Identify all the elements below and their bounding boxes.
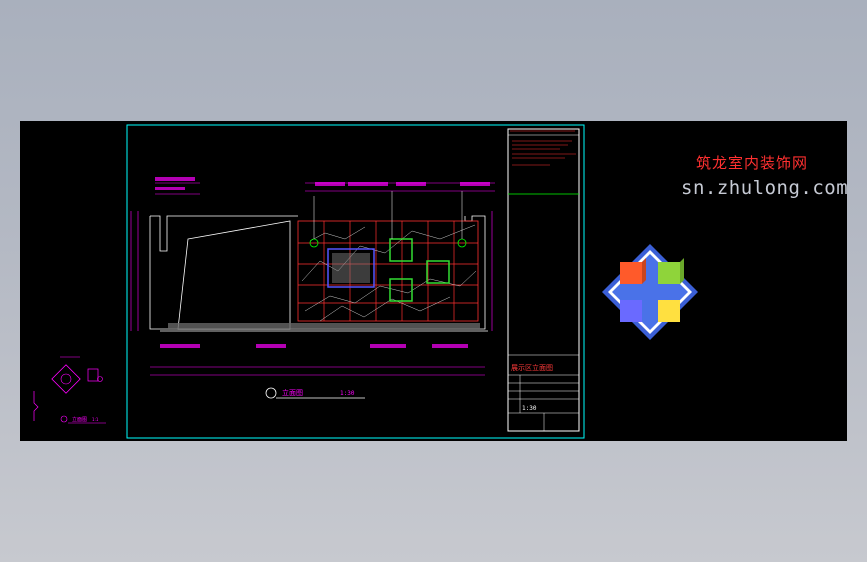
niche-green-1 xyxy=(389,238,413,262)
zhulong-logo-icon xyxy=(602,244,698,340)
niche-green-3 xyxy=(389,278,413,302)
legend-title: 立面图 xyxy=(72,416,87,423)
title-block: 展示区立面图 1:30 xyxy=(507,128,580,432)
watermark-brand: 筑龙室内装饰网 xyxy=(696,154,809,172)
watermark-url: sn.zhulong.com xyxy=(681,177,849,199)
title-block-scale: 1:30 xyxy=(522,405,537,412)
elevation-scale: 1:30 xyxy=(340,390,355,397)
legend-detail: 立面图 1:1 xyxy=(33,356,106,424)
elevation-title: 立面图 xyxy=(282,388,303,397)
title-block-sheet-title: 展示区立面图 xyxy=(511,363,553,372)
legend-scale: 1:1 xyxy=(92,417,99,422)
elevation-drawing: 立面图 1:30 xyxy=(130,177,495,399)
